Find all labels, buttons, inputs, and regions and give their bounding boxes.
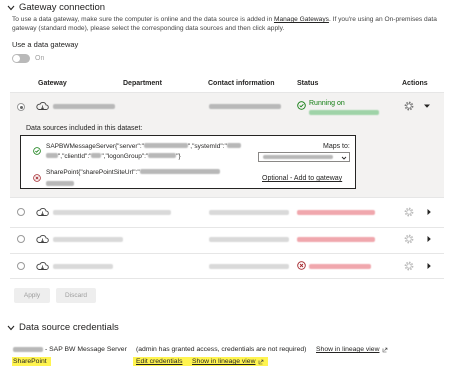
gear-icon[interactable]: [404, 101, 414, 111]
error-circle-icon: [297, 261, 306, 270]
cloud-gateway-icon: [36, 234, 49, 243]
credentials-section-title: Data source credentials: [19, 322, 119, 333]
gateway-status-detail-redacted: [309, 110, 379, 115]
gear-icon[interactable]: [404, 261, 414, 271]
column-header-gateway: Gateway: [38, 80, 67, 87]
edit-credentials-link[interactable]: Edit credentials: [136, 358, 182, 365]
column-header-status: Status: [297, 80, 319, 87]
chevron-down-icon: [7, 5, 15, 10]
row-divider: [10, 278, 444, 279]
external-link-icon: [259, 359, 264, 364]
gateway-name-redacted: [53, 104, 115, 109]
gateway-description: To use a data gateway, make sure the com…: [12, 16, 437, 32]
gateway-name-redacted: [53, 264, 113, 269]
chevron-down-icon: [341, 156, 347, 160]
credential-name-redacted: [13, 347, 43, 352]
credential-sharepoint-lineage: Show in lineage view: [192, 358, 264, 365]
credential-sap-name: - SAP BW Message Server: [45, 346, 127, 353]
datasource-sharepoint: SharePoint{"sharePointSiteUrl":": [46, 169, 220, 176]
credential-sharepoint-name: SharePoint: [13, 358, 47, 365]
check-circle-icon: [33, 147, 41, 155]
show-lineage-link[interactable]: Show in lineage view: [192, 358, 255, 365]
gateway-radio[interactable]: [17, 262, 25, 270]
column-header-department: Department: [123, 80, 162, 87]
credential-sap-note: (admin has granted access, credentials a…: [136, 346, 307, 353]
check-circle-icon: [297, 101, 306, 110]
gateway-radio[interactable]: [17, 235, 25, 243]
datasource-sap-line2: ","clientId":" ","logonGroup":" "}: [46, 153, 181, 160]
use-gateway-toggle-group: On: [12, 54, 44, 63]
gateway-name-redacted: [53, 237, 123, 242]
contact-redacted: [209, 210, 289, 215]
credential-sap-lineage: Show in lineage view: [316, 346, 388, 353]
gateway-section-title: Gateway connection: [19, 2, 106, 13]
cloud-gateway-icon: [36, 101, 49, 110]
credential-row-sap: - SAP BW Message Server: [13, 346, 127, 353]
datasource-sap-line1: SAPBWMessageServer{"server":" ","systemId…: [46, 143, 241, 150]
caret-down-icon[interactable]: [423, 102, 431, 110]
gear-icon[interactable]: [404, 207, 414, 217]
apply-button[interactable]: Apply: [14, 288, 50, 303]
gateway-status-redacted: [297, 210, 375, 215]
datasource-sharepoint-url-redacted: [46, 181, 74, 186]
cloud-gateway-icon: [36, 261, 49, 270]
gateway-radio-selected[interactable]: [17, 103, 25, 111]
gateway-radio[interactable]: [17, 208, 25, 216]
external-link-icon: [383, 347, 388, 352]
row-divider: [10, 227, 444, 228]
contact-redacted: [209, 104, 281, 109]
expanded-title: Data sources included in this dataset:: [26, 125, 143, 132]
row-divider: [10, 197, 444, 198]
gateway-status-redacted: [309, 264, 371, 269]
contact-redacted: [209, 237, 289, 242]
show-lineage-link[interactable]: Show in lineage view: [316, 346, 379, 353]
column-header-contact: Contact information: [208, 80, 275, 87]
use-gateway-toggle[interactable]: [12, 54, 30, 63]
add-to-gateway-link[interactable]: Optional - Add to gateway: [262, 175, 342, 182]
contact-redacted: [209, 264, 289, 269]
gear-icon[interactable]: [404, 234, 414, 244]
gateway-status-redacted: [297, 237, 375, 242]
column-header-actions: Actions: [402, 80, 428, 87]
error-circle-icon: [33, 174, 41, 182]
credentials-section-header[interactable]: Data source credentials: [6, 322, 119, 333]
gateway-section-header[interactable]: Gateway connection: [6, 2, 105, 13]
caret-right-icon[interactable]: [425, 208, 433, 216]
caret-right-icon[interactable]: [425, 235, 433, 243]
caret-right-icon[interactable]: [425, 262, 433, 270]
manage-gateways-link[interactable]: Manage Gateways: [274, 16, 329, 23]
cloud-gateway-icon: [36, 207, 49, 216]
gateway-name-redacted: [53, 210, 171, 215]
row-divider: [10, 253, 444, 254]
maps-to-label: Maps to:: [323, 143, 350, 150]
chevron-down-icon: [7, 325, 15, 330]
discard-button[interactable]: Discard: [56, 288, 96, 303]
gateway-status-running: Running on: [309, 100, 345, 107]
use-gateway-label: Use a data gateway: [12, 40, 79, 49]
toggle-state-label: On: [35, 55, 45, 62]
maps-to-dropdown[interactable]: [258, 152, 350, 162]
